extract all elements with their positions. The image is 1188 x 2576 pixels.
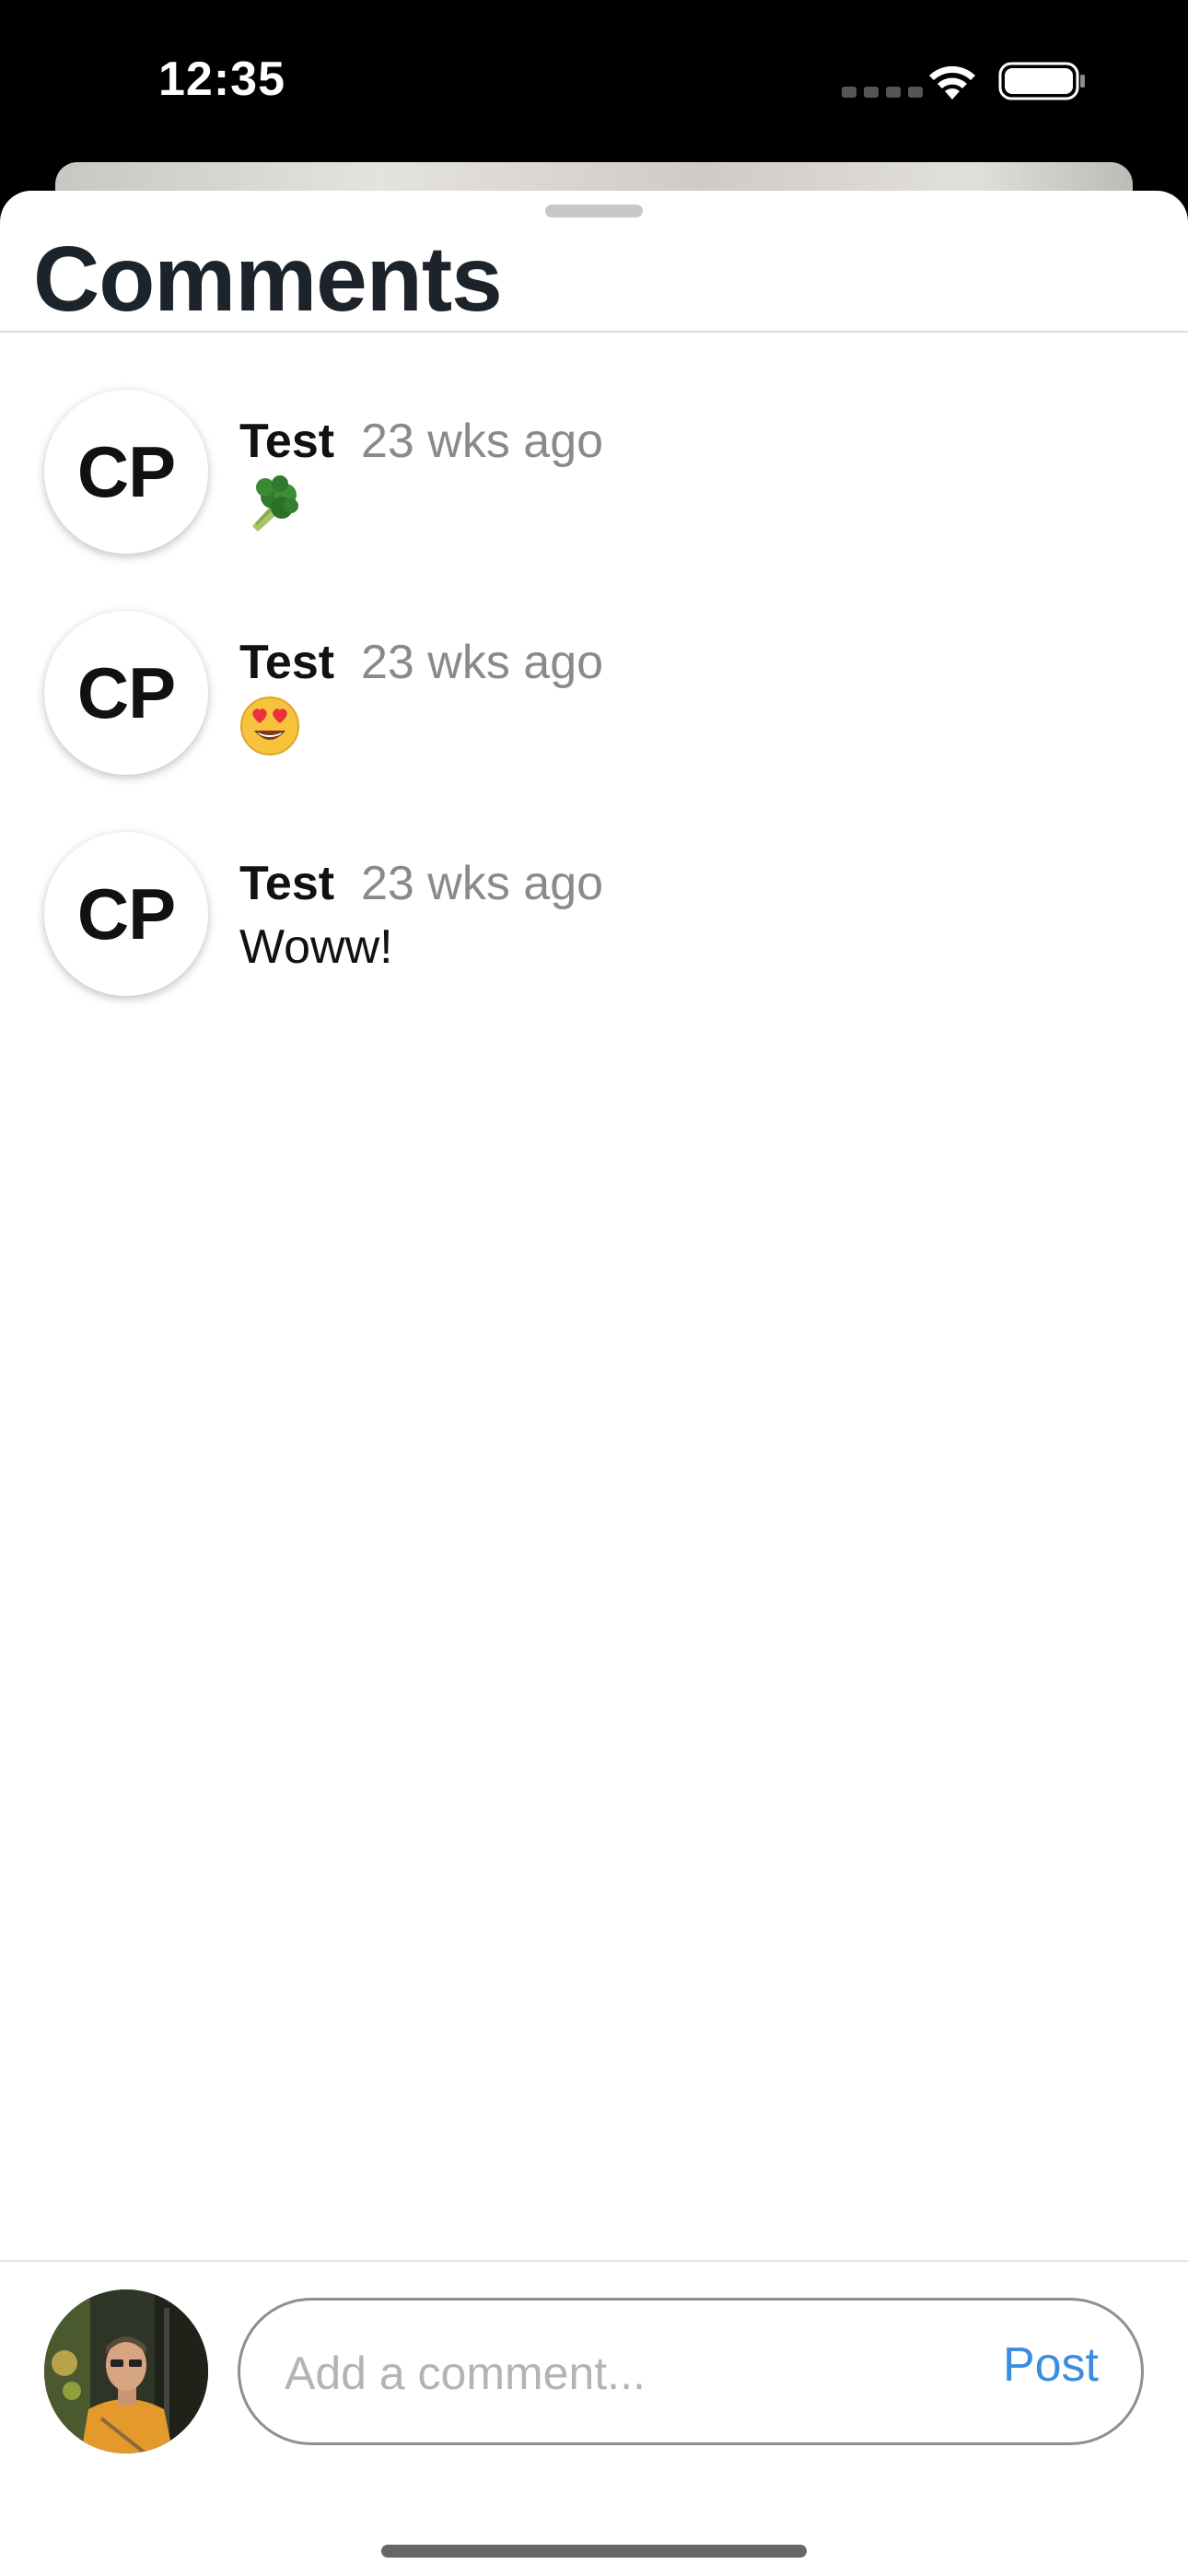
avatar-initials: CP xyxy=(76,430,176,512)
comment-timestamp: 23 wks ago xyxy=(361,857,604,910)
battery-icon xyxy=(998,62,1085,100)
comments-sheet: Comments CP Test 23 wks ago CP Test 23 w… xyxy=(0,191,1188,2576)
comment-author[interactable]: Test xyxy=(239,856,334,911)
divider xyxy=(0,331,1188,333)
status-time: 12:35 xyxy=(158,53,285,106)
comment-timestamp: 23 wks ago xyxy=(361,415,604,468)
comment-item: CP Test 23 wks ago xyxy=(0,390,1188,574)
wifi-icon xyxy=(929,65,975,100)
comment-text: Woww! xyxy=(239,920,393,974)
avatar-initials: CP xyxy=(76,872,176,954)
post-button[interactable]: Post xyxy=(1003,2337,1099,2393)
comment-input[interactable] xyxy=(283,2334,968,2413)
user-avatar[interactable] xyxy=(44,2289,208,2453)
comment-composer: Post xyxy=(238,2298,1144,2445)
avatar[interactable]: CP xyxy=(44,390,208,554)
divider xyxy=(0,2260,1188,2262)
user-photo xyxy=(44,2289,208,2453)
heart-eyes-emoji-icon xyxy=(240,697,299,755)
comment-author[interactable]: Test xyxy=(239,414,334,469)
avatar[interactable]: CP xyxy=(44,611,208,775)
cellular-signal-icon xyxy=(842,87,923,98)
broccoli-icon xyxy=(252,475,298,532)
avatar[interactable]: CP xyxy=(44,832,208,996)
status-bar: 12:35 xyxy=(0,0,1188,166)
comment-timestamp: 23 wks ago xyxy=(361,636,604,689)
avatar-initials: CP xyxy=(76,651,176,733)
home-indicator[interactable] xyxy=(381,2545,807,2558)
comment-item: CP Test 23 wks ago xyxy=(0,611,1188,795)
page-title: Comments xyxy=(33,228,503,331)
comment-item: CP Test 23 wks ago Woww! xyxy=(0,832,1188,1016)
sheet-grabber[interactable] xyxy=(545,205,643,217)
comment-author[interactable]: Test xyxy=(239,635,334,690)
